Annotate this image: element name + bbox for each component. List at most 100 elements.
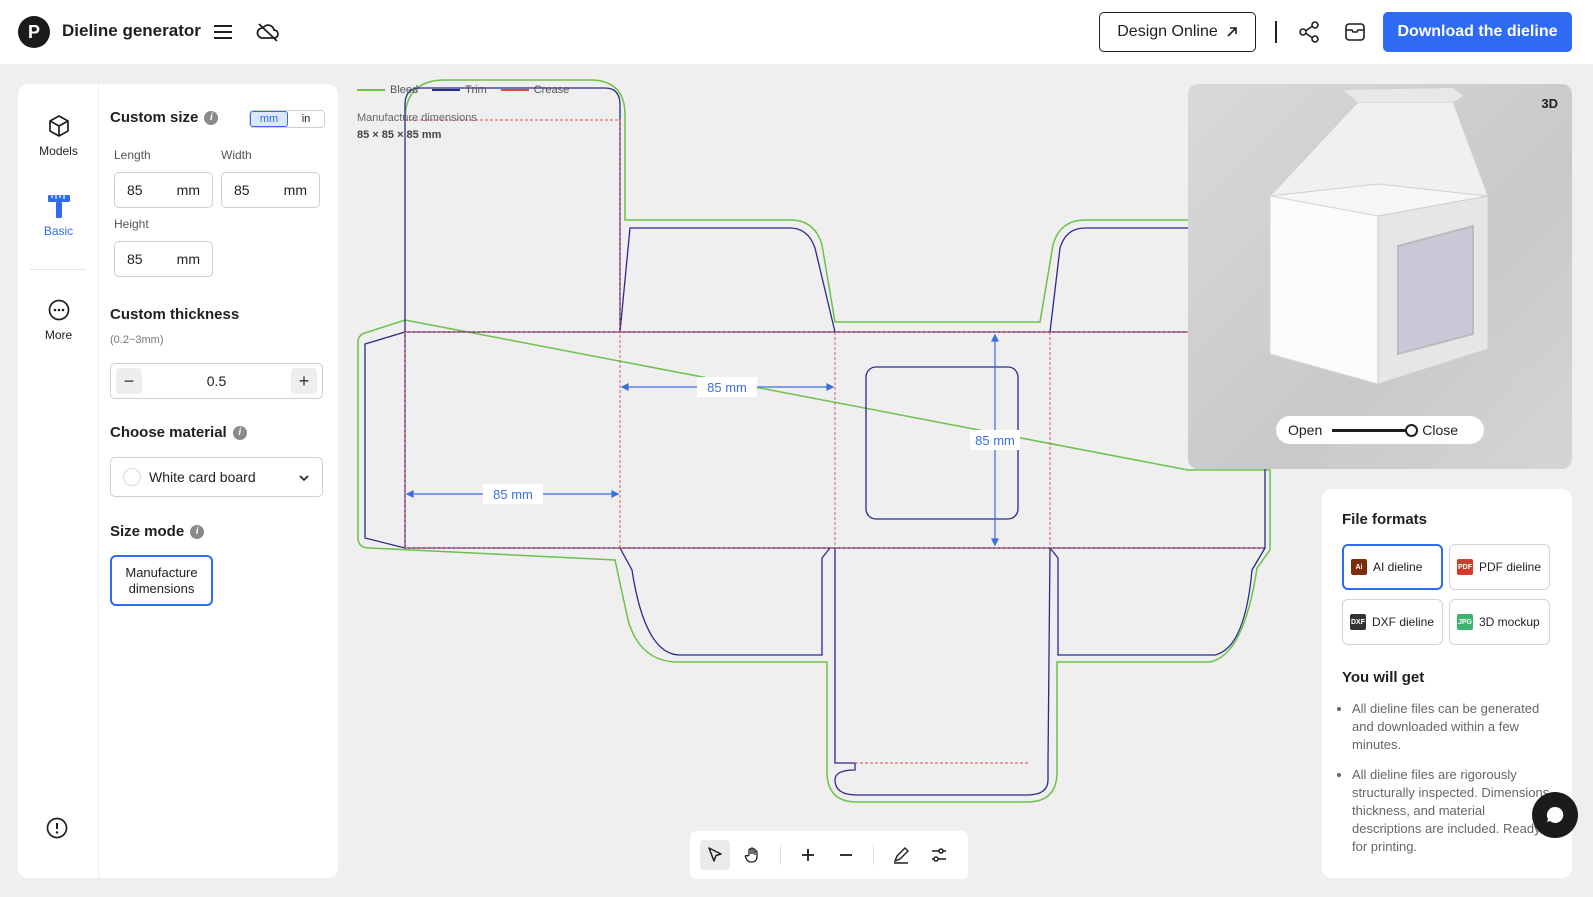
height-unit: mm [176,251,200,267]
trim-bottom-flap-left [619,547,831,656]
thickness-range: (0.2~3mm) [110,334,164,346]
select-tool-icon[interactable] [700,840,730,870]
pdf-file-icon: PDF [1457,559,1473,575]
size-mode-label: Size mode [110,523,185,540]
design-online-button[interactable]: Design Online [1099,12,1256,52]
legend-bleed-label: Bleed [390,84,419,96]
manufacture-dimensions-label: Manufacture dimensions [357,112,477,124]
settings-panel: Models Basic More Custom size i mm in Le… [18,84,338,878]
rail-item-more[interactable]: More [18,296,99,342]
format-3d-mockup[interactable]: JPG 3D mockup [1449,599,1550,645]
info-icon[interactable]: i [204,110,219,125]
width-field[interactable]: 85 mm [221,172,320,208]
unit-mm-option[interactable]: mm [250,111,288,127]
format-mockup-label: 3D mockup [1479,615,1540,629]
material-select[interactable]: White card board [110,457,323,497]
alert-icon[interactable] [45,816,69,845]
ai-file-icon: Ai [1351,559,1367,575]
manufacture-dimensions: Manufacture dimensions 85 × 85 × 85 mm [357,110,477,144]
download-button[interactable]: Download the dieline [1383,12,1572,52]
manufacture-dimensions-value: 85 × 85 × 85 mm [357,129,442,141]
height-field[interactable]: 85 mm [114,241,213,277]
bleed-outline [357,79,1271,803]
format-ai-label: AI dieline [1373,560,1423,574]
window-cutout [865,366,1019,520]
format-ai-dieline[interactable]: Ai AI dieline [1342,544,1443,590]
thickness-decrease-button[interactable]: − [116,368,142,394]
dim-arrowhead [991,333,999,547]
settings-sliders-icon[interactable] [924,840,954,870]
rail-item-models[interactable]: Models [18,112,99,158]
thickness-value[interactable]: 0.5 [207,373,226,389]
thickness-title: Custom thickness [110,306,239,323]
slider-close-label: Close [1422,422,1459,438]
width-label: Width [221,148,252,162]
slider-track[interactable] [1332,423,1419,437]
dxf-file-icon: DXF [1350,614,1366,630]
rail-label-more: More [44,328,73,342]
format-pdf-label: PDF dieline [1479,560,1542,574]
thickness-stepper: − 0.5 + [110,363,323,399]
rail-label-basic: Basic [43,224,74,238]
custom-size-title: Custom size i [110,109,219,126]
archive-icon[interactable] [1342,19,1368,45]
length-field[interactable]: 85 mm [114,172,213,208]
rail-item-basic[interactable]: Basic [18,192,99,238]
menu-icon[interactable] [210,19,236,45]
header-divider [1275,21,1277,43]
ruler-icon [45,192,73,220]
material-swatch [123,468,141,486]
format-dxf-label: DXF dieline [1372,615,1435,629]
width-unit: mm [283,182,307,198]
more-icon [45,296,73,324]
material-value: White card board [149,469,256,485]
cloud-off-icon[interactable] [255,19,281,45]
dim-width-label: 85 mm [707,380,747,395]
toolbar-divider [873,845,874,865]
legend-trim: Trim [432,84,487,96]
slider-thumb[interactable] [1405,423,1419,437]
trim-glue-flap [364,331,406,549]
3d-preview[interactable]: 3D Open Close [1188,84,1572,469]
format-pdf-dieline[interactable]: PDF PDF dieline [1449,544,1550,590]
trim-bottom-flap-right [1049,547,1266,656]
custom-size-label: Custom size [110,109,199,126]
legend-trim-label: Trim [465,84,487,96]
info-icon[interactable]: i [190,524,205,539]
width-value: 85 [234,182,250,198]
chevron-down-icon [298,469,310,485]
format-dxf-dieline[interactable]: DXF DXF dieline [1342,599,1443,645]
material-label: Choose material [110,424,227,441]
trim-dust-flap-top-left [619,227,836,333]
jpg-file-icon: JPG [1457,614,1473,630]
unit-toggle: mm in [249,110,325,128]
height-label: Height [114,217,149,231]
zoom-out-icon[interactable] [831,840,861,870]
file-formats-title: File formats [1342,511,1428,528]
thickness-label: Custom thickness [110,306,240,323]
dim-arrowhead [405,490,620,498]
trim-dust-flap-top-right [1049,227,1188,333]
unit-in-option[interactable]: in [288,111,324,127]
zoom-in-icon[interactable] [793,840,823,870]
length-label: Length [114,148,151,162]
open-close-slider: Open Close [1276,416,1484,444]
size-mode-option[interactable]: Manufacture dimensions [110,555,213,606]
dim-arrowhead [620,383,835,391]
app-logo[interactable]: P [18,16,50,48]
share-icon[interactable] [1296,19,1322,45]
list-item: All dieline files are rigorously structu… [1352,766,1554,856]
chat-icon[interactable] [1532,792,1578,838]
design-online-label: Design Online [1117,23,1218,40]
hand-tool-icon[interactable] [738,840,768,870]
list-item: All dieline files can be generated and d… [1352,700,1554,754]
info-icon[interactable]: i [232,425,247,440]
basic-form: Custom size i mm in Length 85 mm Width 8… [110,84,338,878]
thickness-increase-button[interactable]: + [291,368,317,394]
ruler-pen-icon[interactable] [886,840,916,870]
legend-crease: Crease [500,84,569,96]
trim-bottom-panel [834,547,1051,796]
external-arrow-icon [1227,27,1237,37]
box-3d-render [1268,88,1489,385]
size-mode-title: Size mode i [110,523,205,540]
